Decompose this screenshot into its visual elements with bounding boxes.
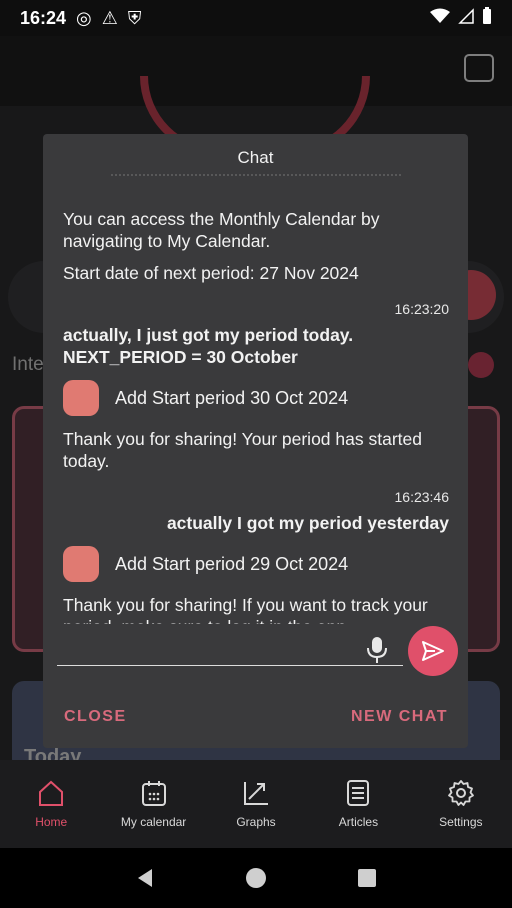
system-navigation-bar [0, 848, 512, 908]
message-timestamp: 16:23:46 [394, 489, 450, 505]
warning-icon: ⚠ [101, 7, 118, 28]
message-timestamp: 16:23:20 [394, 301, 450, 317]
home-circle-icon[interactable] [245, 867, 267, 889]
nav-home[interactable]: Home [0, 760, 102, 848]
send-icon [422, 641, 444, 661]
nav-articles[interactable]: Articles [307, 760, 409, 848]
send-button[interactable] [408, 626, 458, 676]
nav-my-calendar-label: My calendar [120, 815, 187, 829]
scroll-fade [111, 174, 401, 182]
wifi-icon [430, 8, 450, 29]
app-screen: Inte Today 16:24 ◎ ⚠ ⛨ Chat You can acce… [0, 0, 512, 908]
assistant-message: Thank you for sharing! If you want to tr… [63, 595, 428, 624]
status-time: 16:24 [20, 7, 67, 28]
shield-icon: ⛨ [127, 7, 142, 28]
nav-home-label: Home [35, 815, 68, 829]
chat-dialog: Chat You can access the Monthly Calendar… [43, 134, 468, 748]
status-bar: 16:24 ◎ ⚠ ⛨ [0, 0, 512, 36]
user-message: actually, I just got my period today. NE… [63, 325, 354, 367]
nav-graphs[interactable]: Graphs [205, 760, 307, 848]
new-chat-button[interactable]: NEW CHAT [351, 708, 448, 726]
battery-icon [482, 6, 492, 30]
nav-graphs-label: Graphs [236, 815, 276, 829]
record-icon: ◎ [76, 7, 92, 28]
graph-icon [244, 782, 269, 805]
action-label: Add Start period 29 Oct 2024 [115, 554, 349, 574]
user-message: actually I got my period yesterday [166, 513, 449, 533]
period-action-icon [63, 546, 99, 582]
nav-settings[interactable]: Settings [410, 760, 512, 848]
signal-icon [458, 7, 474, 29]
action-chip[interactable]: Add Start period 30 Oct 2024 [63, 378, 449, 418]
back-icon[interactable] [134, 867, 156, 889]
nav-my-calendar[interactable]: My calendar [102, 760, 204, 848]
nav-settings-label: Settings [439, 815, 483, 829]
home-icon [39, 780, 64, 806]
action-chip[interactable]: Add Start period 29 Oct 2024 [63, 544, 449, 584]
action-label: Add Start period 30 Oct 2024 [115, 388, 349, 408]
calendar-icon [141, 781, 166, 806]
close-button[interactable]: CLOSE [64, 708, 127, 726]
dialog-title: Chat [237, 148, 274, 167]
chat-input[interactable] [57, 664, 403, 666]
bottom-navigation: Home My calendar Graphs Articles Setting… [0, 760, 512, 848]
period-action-icon [63, 380, 99, 416]
nav-articles-label: Articles [338, 815, 379, 829]
gear-icon [447, 780, 474, 806]
microphone-icon[interactable] [365, 636, 389, 664]
recents-icon[interactable] [356, 867, 378, 889]
article-icon [347, 780, 370, 806]
chat-messages[interactable]: You can access the Monthly Calendar by n… [63, 174, 449, 624]
assistant-message: You can access the Monthly Calendar by n… [63, 209, 380, 251]
assistant-message: Thank you for sharing! Your period has s… [63, 429, 422, 471]
assistant-message: Start date of next period: 27 Nov 2024 [63, 263, 359, 283]
